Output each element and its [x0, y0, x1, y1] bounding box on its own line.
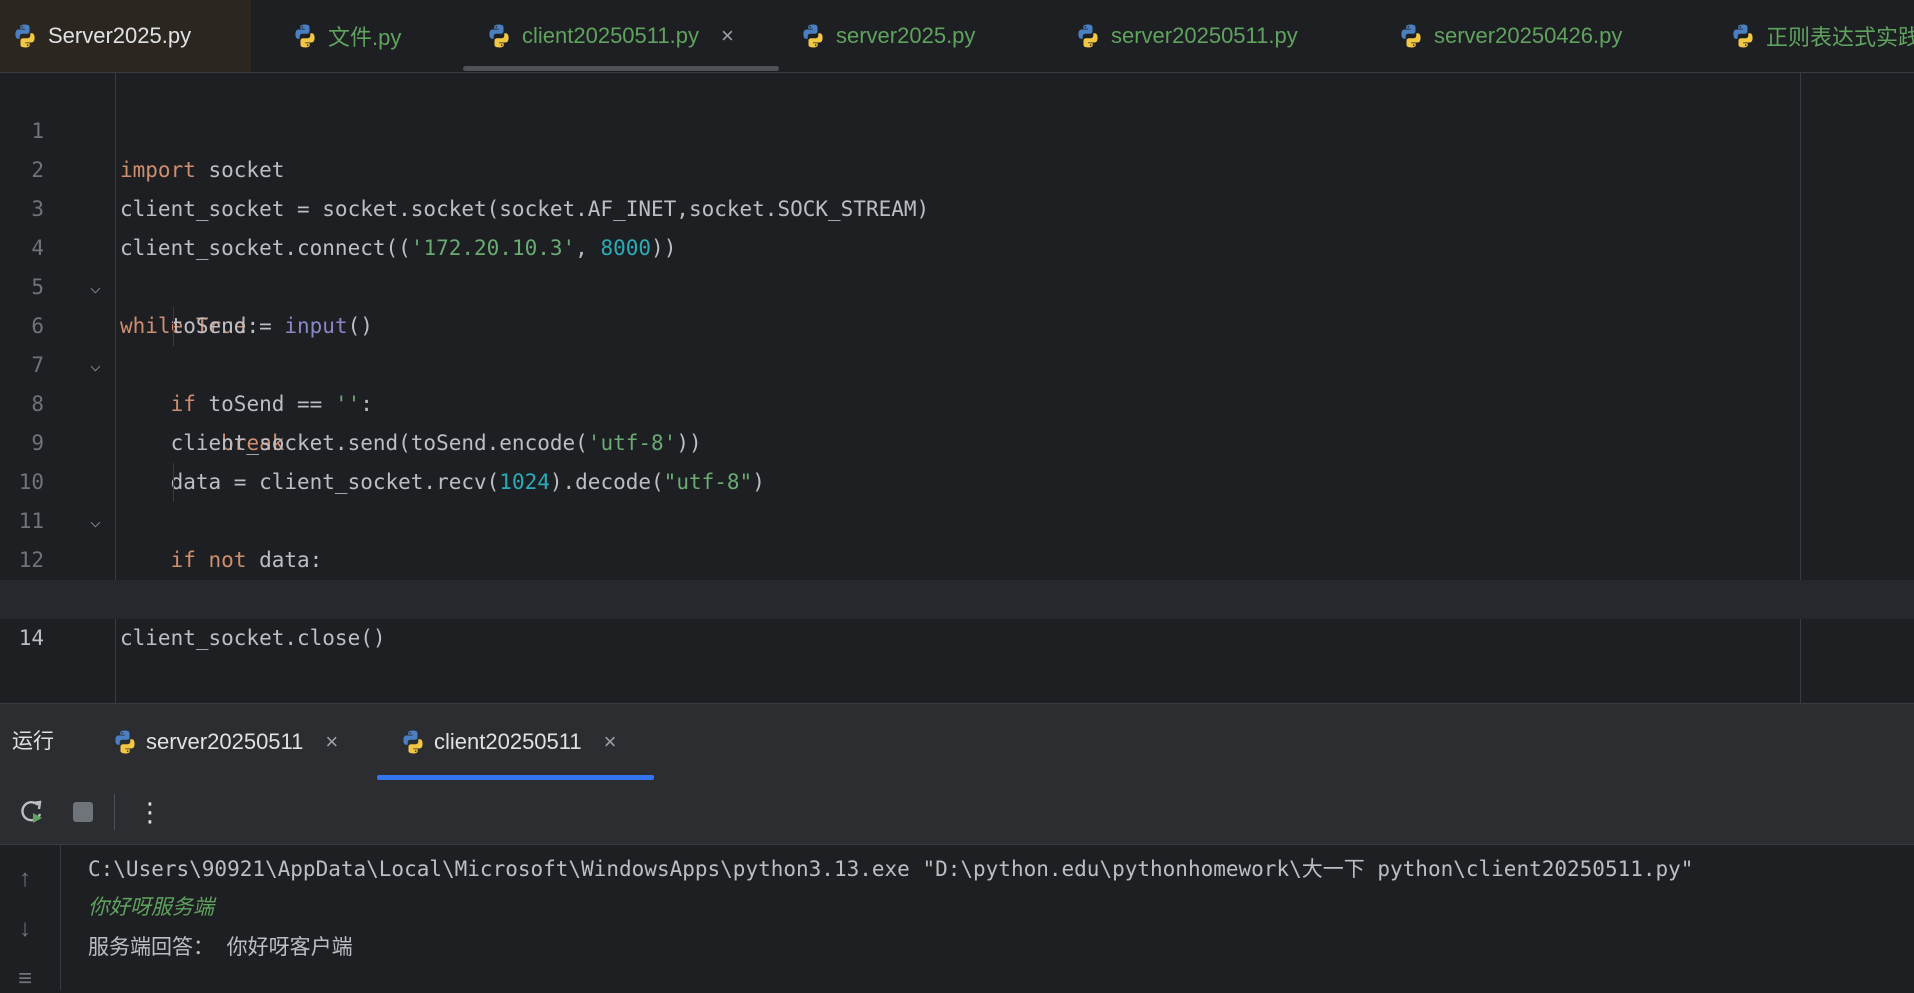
code-line[interactable]: 9 data = client_socket.recv(1024).decode… — [0, 385, 1914, 494]
editor-tab-server2025[interactable]: server2025.py — [800, 0, 975, 72]
run-tab-label: server20250511 — [146, 729, 304, 754]
code-line[interactable]: 4 ⌵ while True: — [0, 190, 1914, 338]
run-tab-server20250511[interactable]: server20250511 × — [112, 704, 338, 780]
console-user-input: 你好呀服务端 — [88, 895, 214, 919]
toolbar-divider — [114, 794, 115, 830]
code-line[interactable]: 13 client_socket.close() — [0, 541, 1914, 650]
line-number: 14 — [18, 626, 44, 650]
code-line-current[interactable]: 14 — [0, 580, 1914, 650]
code-text: client_socket.close() — [120, 626, 386, 650]
rerun-button[interactable] — [14, 794, 50, 830]
arrow-down-icon[interactable]: ↓ — [12, 915, 38, 942]
editor-tab-label: server2025.py — [836, 23, 976, 48]
editor-tab-label: 正则表达式实践 — [1766, 25, 1914, 50]
close-icon[interactable]: × — [721, 23, 734, 49]
python-file-icon — [803, 24, 823, 48]
stop-button[interactable] — [65, 794, 101, 830]
code-line[interactable]: 2 client_socket = socket.socket(socket.A… — [0, 112, 1914, 221]
python-file-icon — [15, 24, 35, 48]
code-line[interactable]: 8 client_socket.send(toSend.encode('utf-… — [0, 346, 1914, 455]
editor-tab-server20250511[interactable]: server20250511.py — [1075, 0, 1298, 72]
console-output-line: 服务端回答： 你好呀客户端 — [88, 935, 353, 959]
editor-tab-regex-practice[interactable]: 正则表达式实践 — [1730, 0, 1914, 72]
run-toolbar: ⋮ — [0, 780, 1914, 845]
python-file-icon — [403, 730, 423, 754]
soft-wrap-icon[interactable]: ≡ — [12, 965, 38, 992]
editor-tab-wenjian[interactable]: 文件.py — [292, 0, 401, 72]
python-file-icon — [1733, 24, 1753, 48]
editor-tab-bar: Server2025.py 文件.py client20250511.py × … — [0, 0, 1914, 73]
code-line[interactable]: 6 ⌵ if toSend == '': — [0, 268, 1914, 416]
indent-guide — [173, 307, 174, 346]
code-editor[interactable]: 1 import socket 2 client_socket = socket… — [0, 73, 1914, 703]
python-file-icon — [1401, 24, 1421, 48]
arrow-up-icon[interactable]: ↑ — [12, 865, 38, 892]
code-line[interactable]: 7 break — [0, 307, 1914, 455]
run-tab-client20250511[interactable]: client20250511 × — [400, 704, 616, 780]
editor-tab-label: 文件.py — [328, 25, 402, 50]
editor-tab-label: client20250511.py — [522, 23, 699, 48]
console-side-toolbar: ↑ ↓ ≡ — [0, 845, 61, 992]
editor-tab-server2025-upper[interactable]: Server2025.py — [0, 0, 252, 72]
python-file-icon — [295, 24, 315, 48]
editor-tab-server20250426[interactable]: server20250426.py — [1398, 0, 1622, 72]
editor-tab-client20250511[interactable]: client20250511.py × — [486, 0, 734, 72]
code-line[interactable]: 11 break — [0, 463, 1914, 611]
stop-icon — [73, 802, 93, 822]
more-options-button[interactable]: ⋮ — [132, 794, 168, 830]
close-icon[interactable]: × — [325, 729, 338, 755]
rerun-icon — [21, 800, 42, 823]
close-icon[interactable]: × — [604, 729, 617, 755]
indent-guide — [173, 463, 174, 502]
python-file-icon — [1078, 24, 1098, 48]
editor-tab-label: server20250511.py — [1111, 23, 1298, 48]
run-tab-label: client20250511 — [434, 729, 582, 754]
code-line[interactable]: 1 import socket — [0, 73, 1914, 182]
code-line[interactable]: 5 toSend = input() — [0, 229, 1914, 338]
run-panel-title: 运行 — [12, 730, 54, 753]
tab-scroll-indicator[interactable] — [463, 66, 779, 71]
python-file-icon — [115, 730, 135, 754]
editor-tab-label: Server2025.py — [48, 23, 192, 48]
run-panel-header: 运行 server20250511 × client20250511 × — [0, 703, 1914, 781]
console-output[interactable]: ↑ ↓ ≡ C:\Users\90921\AppData\Local\Micro… — [0, 845, 1914, 992]
code-line[interactable]: 10 ⌵ if not data: — [0, 424, 1914, 572]
code-line[interactable]: 3 client_socket.connect(('172.20.10.3', … — [0, 151, 1914, 260]
more-vertical-icon: ⋮ — [137, 796, 163, 827]
code-line[interactable]: 12 print("服务端回答：",data) — [0, 502, 1914, 611]
python-file-icon — [489, 24, 509, 48]
editor-tab-label: server20250426.py — [1434, 23, 1623, 48]
console-command-line: C:\Users\90921\AppData\Local\Microsoft\W… — [88, 857, 1694, 881]
